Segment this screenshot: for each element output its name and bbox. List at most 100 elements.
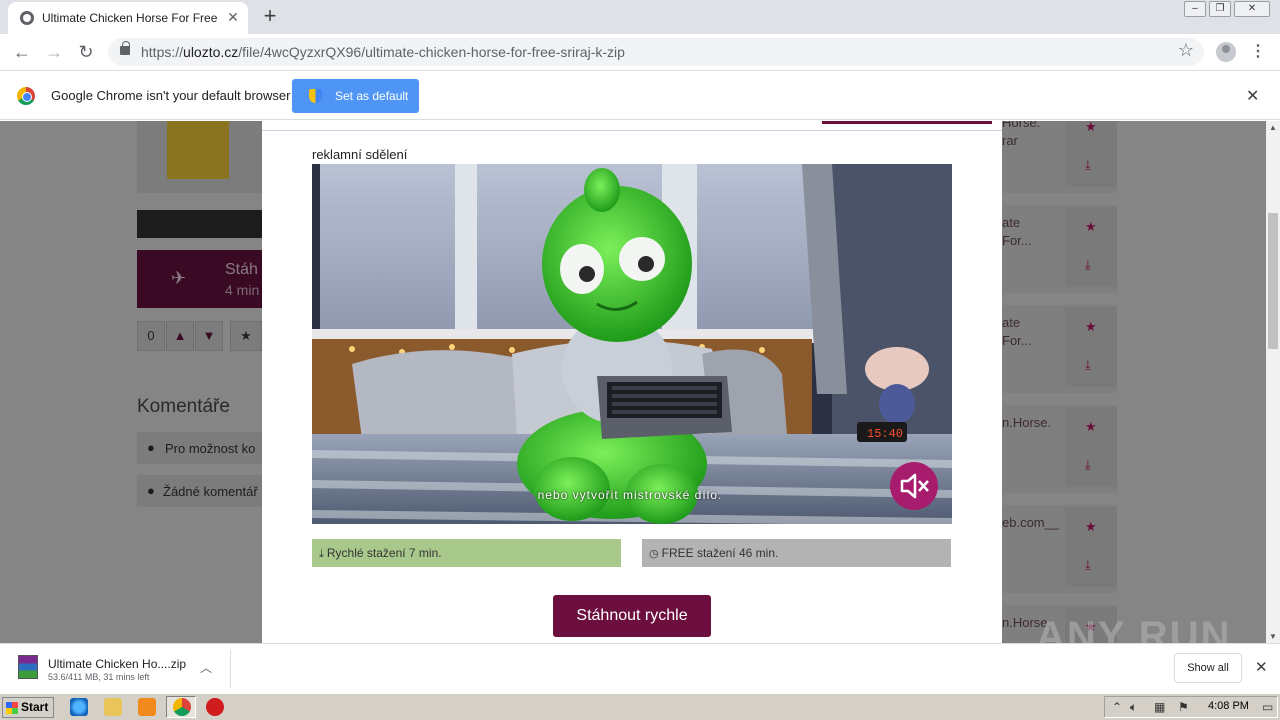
new-tab-button[interactable]: +	[258, 5, 282, 29]
reload-icon[interactable]: ↻	[74, 40, 98, 64]
lock-icon	[120, 41, 130, 55]
speaker-muted-icon	[900, 473, 929, 499]
download-icon: ⤓	[319, 548, 324, 560]
set-as-default-label: Set as default	[335, 89, 409, 103]
opera-icon[interactable]	[206, 698, 224, 716]
side-file-name: ate	[1002, 315, 1021, 330]
volume-icon[interactable]: 🔈︎	[1130, 700, 1137, 715]
windows-taskbar: Start ⌃ 🔈︎ ▦ ⚑ 4:08 PM ▭	[0, 693, 1280, 720]
bg-download-title: Stáh	[225, 261, 258, 278]
show-desktop-icon[interactable]: ▭	[1262, 700, 1273, 714]
download-icon: ⤓	[1065, 145, 1117, 187]
show-all-button[interactable]: Show all	[1174, 653, 1242, 683]
chrome-logo-icon	[17, 87, 35, 105]
favorite-star-icon: ★	[1065, 307, 1117, 349]
address-bar[interactable]: https://ulozto.cz/file/4wcQyzxrQX96/ulti…	[108, 38, 1204, 66]
shelf-close-icon[interactable]: ✕	[1255, 658, 1268, 676]
info-icon: ●	[147, 440, 155, 455]
bg-download-button: ✈ Stáh 4 min	[137, 250, 262, 308]
fast-download-option[interactable]: ⤓ Rychlé stažení 7 min.	[312, 539, 621, 567]
restore-button[interactable]: ❐	[1209, 1, 1231, 17]
window-close-button[interactable]: ✕	[1234, 1, 1270, 17]
side-file-name: ate	[1002, 215, 1021, 230]
chrome-menu-icon[interactable]: ⋮	[1248, 40, 1268, 64]
chrome-taskbar-button[interactable]	[166, 696, 196, 718]
comments-heading: Komentáře	[137, 396, 230, 417]
infobar-message: Google Chrome isn't your default browser	[51, 88, 291, 103]
favorite-star-icon: ★	[1065, 507, 1117, 549]
downloads-shelf: Ultimate Chicken Ho....zip 53.6/411 MB, …	[0, 643, 1280, 693]
shelf-separator	[230, 650, 231, 688]
browser-tab[interactable]: Ultimate Chicken Horse For Free-sriraj-k…	[8, 2, 248, 34]
download-file-status: 53.6/411 MB, 31 mins left	[48, 672, 150, 682]
download-icon: ⤓	[1065, 445, 1117, 487]
info-icon: ●	[147, 483, 155, 498]
zip-file-icon	[167, 121, 229, 179]
tab-title: Ultimate Chicken Horse For Free-sriraj-k	[42, 11, 218, 25]
video-subtitle: nebo vytvořit mistrovské dílo.	[537, 488, 723, 502]
internet-explorer-icon[interactable]	[70, 698, 88, 716]
download-icon: ⤓	[1065, 345, 1117, 387]
scroll-up-arrow-icon[interactable]: ▲	[1269, 123, 1277, 132]
thumbs-up-icon: ▲	[166, 321, 194, 351]
free-download-label: FREE stažení 46 min.	[661, 546, 779, 560]
default-browser-infobar: Google Chrome isn't your default browser…	[0, 70, 1280, 120]
bg-download-sub: 4 min	[225, 282, 260, 298]
winrar-archive-icon	[18, 655, 38, 679]
favorite-star-icon: ★	[230, 321, 262, 351]
scroll-down-arrow-icon[interactable]: ▼	[1269, 632, 1277, 641]
action-center-flag-icon[interactable]: ⚑	[1178, 700, 1189, 714]
url-text: https://ulozto.cz/file/4wcQyzxrQX96/ulti…	[141, 44, 625, 60]
start-label: Start	[21, 700, 49, 714]
tray-expand-icon[interactable]: ⌃	[1112, 700, 1122, 714]
chevron-up-icon[interactable]: ︿	[200, 659, 212, 676]
side-file-name: For...	[1002, 233, 1032, 248]
comments-notice: ● Pro možnost ko	[137, 432, 262, 464]
set-as-default-button[interactable]: Set as default	[292, 79, 419, 113]
no-comments-notice: ● Žádné komentář	[137, 475, 262, 507]
uac-shield-icon	[309, 89, 322, 103]
download-icon: ⤓	[1065, 245, 1117, 287]
download-modal: reklamní sdělení 15:40 nebo vytvořit mis…	[262, 121, 1002, 643]
download-icon: ⤓	[1065, 545, 1117, 587]
page-scrollbar[interactable]: ▲ ▼	[1266, 121, 1280, 643]
dark-bar	[137, 210, 262, 238]
like-count: 0	[137, 321, 165, 351]
taskbar-clock[interactable]: 4:08 PM	[1208, 700, 1249, 712]
scrollbar-thumb[interactable]	[1268, 213, 1278, 349]
fast-download-label: Rychlé stažení 7 min.	[326, 546, 442, 560]
windows-logo-icon	[6, 702, 18, 714]
network-icon[interactable]: ▦	[1154, 700, 1165, 714]
ad-video[interactable]: 15:40 nebo vytvořit mistrovské dílo.	[312, 164, 952, 524]
tab-strip: Ultimate Chicken Horse For Free-sriraj-k…	[0, 0, 1280, 34]
rocket-icon: ✈	[171, 268, 187, 288]
infobar-close-icon[interactable]: ✕	[1246, 86, 1259, 106]
mute-button[interactable]	[890, 462, 938, 510]
forward-arrow-icon[interactable]: →	[42, 40, 66, 64]
profile-avatar-icon[interactable]	[1216, 42, 1236, 62]
video-clock-text: 15:40	[867, 427, 903, 441]
globe-icon	[20, 11, 34, 25]
side-file-name: n.Horse.	[1002, 415, 1052, 430]
favorite-star-icon: ★	[1065, 407, 1117, 449]
free-download-option[interactable]: ◷ FREE stažení 46 min.	[642, 539, 951, 567]
download-fast-button[interactable]: Stáhnout rychle	[553, 595, 711, 637]
folder-icon[interactable]	[104, 698, 122, 716]
side-file-name: Horse.	[1002, 121, 1041, 130]
chrome-icon	[173, 698, 191, 716]
media-player-icon[interactable]	[138, 698, 156, 716]
back-arrow-icon[interactable]: ←	[10, 40, 34, 64]
side-file-name: rar	[1002, 133, 1018, 148]
browser-toolbar: ← → ↻ https://ulozto.cz/file/4wcQyzxrQX9…	[0, 34, 1280, 70]
clock-icon: ◷	[649, 548, 659, 560]
start-button[interactable]: Start	[2, 697, 54, 718]
minimize-button[interactable]: –	[1184, 1, 1206, 17]
thumbs-down-icon: ▼	[195, 321, 223, 351]
download-file-name: Ultimate Chicken Ho....zip	[48, 657, 187, 671]
modal-top-accent	[822, 121, 992, 124]
side-file-name: eb.com__	[1002, 515, 1060, 530]
side-file-name: For...	[1002, 333, 1032, 348]
file-preview-card	[137, 121, 262, 193]
bookmark-star-icon[interactable]: ☆	[1178, 40, 1194, 61]
tab-close-icon[interactable]: ✕	[224, 8, 242, 26]
